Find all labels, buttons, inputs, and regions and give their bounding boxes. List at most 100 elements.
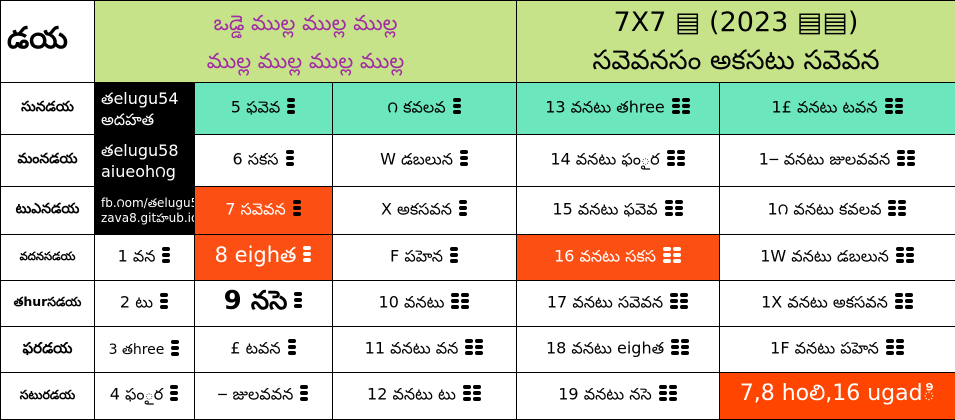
day-cell: 4 ఫంౖర <box>95 373 195 420</box>
day-label: 6 సకస <box>232 149 278 168</box>
stacked-bars-icon <box>885 338 905 360</box>
table-row: టుఎనడయ fb.౧om/తelugu58 zava8.gitహub.io 7… <box>1 187 955 235</box>
black-cell: fb.౧om/తelugu58 zava8.gitహub.io <box>95 187 195 235</box>
day-cell: 18 వనటు eighత <box>517 327 720 373</box>
day-label: 19 వనటు నసె <box>558 385 652 404</box>
day-cell: 3 తhree <box>95 327 195 373</box>
day-cell: X అకసవన <box>333 187 517 235</box>
calendar-grid: డయ ఒడ్డె ముల్ల ముల్ల ముల్ల ముల్ల ముల్ల మ… <box>0 0 955 420</box>
stacked-bars-icon <box>161 246 171 268</box>
day-cell: 13 వనటు తhree <box>517 83 720 135</box>
header-row: డయ ఒడ్డె ముల్ల ముల్ల ముల్ల ముల్ల ముల్ల మ… <box>1 1 955 83</box>
header-left-line1: ఒడ్డె ముల్ల ముల్ల ముల్ల <box>99 4 512 42</box>
day-label: ౧ కవలవ <box>387 97 445 116</box>
day-label: 3 తhree <box>109 342 165 358</box>
table-row: సునడయ తelugu54 అదహత 5 ఫవెవ ౧ కవలవ 13 వనట… <box>1 83 955 135</box>
holiday-note-cell: 7,8 hoలి,16 ugadి <box>720 373 955 420</box>
day-label: 1౧ వనటు కవలవ <box>768 199 882 218</box>
stacked-bars-icon <box>159 292 169 314</box>
row-header: వదనసడయ <box>1 235 95 281</box>
day-cell: 7 సవెవన <box>195 187 333 235</box>
stacked-bars-icon <box>664 199 684 221</box>
stacked-bars-icon <box>169 384 179 406</box>
day-label: 8 eighత <box>215 243 297 267</box>
stacked-bars-icon <box>670 338 690 360</box>
day-cell: 6 సకస <box>195 135 333 187</box>
header-left-line2: ముల్ల ముల్ల ముల్ల ముల్ల <box>99 42 512 80</box>
stacked-bars-icon <box>662 246 682 268</box>
day-cell: ౧ కవలవ <box>333 83 517 135</box>
day-label: F పహెన <box>390 246 443 265</box>
stacked-bars-icon <box>671 97 691 119</box>
stacked-bars-icon <box>887 199 907 221</box>
row-header: సటురడయ <box>1 373 95 420</box>
stacked-bars-icon <box>450 292 470 314</box>
stacked-bars-icon <box>287 338 297 360</box>
stacked-bars-icon <box>669 292 689 314</box>
day-label: 1 వన <box>118 246 156 265</box>
day-cell: 16 వనటు సకస <box>517 235 720 281</box>
day-cell: 1£ వనటు టవన <box>720 83 955 135</box>
day-cell: 9 నసె <box>195 281 333 327</box>
black-cell: తelugu54 అదహత <box>95 83 195 135</box>
day-label: 1£ వనటు టవన <box>772 97 878 116</box>
day-label: 17 వనటు సవెవన <box>547 292 663 311</box>
day-cell: 8 eighత <box>195 235 333 281</box>
day-label: 1X వనటు అకసవన <box>761 292 888 311</box>
header-right-line2: సవెవనసం అకసటు సవెవన <box>521 42 951 80</box>
table-row: సటురడయ 4 ఫంౖర ౼ జులవవన 12 వనటు టు 19 వనట… <box>1 373 955 420</box>
day-cell: 1 వన <box>95 235 195 281</box>
day-cell: 1F వనటు పహెన <box>720 327 955 373</box>
day-cell: 15 వనటు ఫవెవ <box>517 187 720 235</box>
day-cell: 12 వనటు టు <box>333 373 517 420</box>
stacked-bars-icon <box>449 246 459 268</box>
corner-label: డయ <box>1 1 95 83</box>
day-label: 12 వనటు టు <box>367 385 456 404</box>
stacked-bars-icon <box>894 292 914 314</box>
day-cell: 10 వనటు <box>333 281 517 327</box>
day-label: 18 వనటు eighత <box>546 338 664 357</box>
day-cell: ౼ జులవవన <box>195 373 333 420</box>
day-label: 13 వనటు తhree <box>545 97 665 116</box>
stacked-bars-icon <box>299 384 309 406</box>
black-cell-line: తelugu58 <box>101 140 190 161</box>
header-right-line1: 7X7 ▤ (2023 ▤▤) <box>521 4 951 42</box>
stacked-bars-icon <box>452 97 462 119</box>
black-cell-line: తelugu54 <box>101 88 190 109</box>
day-label: 1F వనటు పహెన <box>770 338 879 357</box>
day-label: 10 వనటు <box>379 292 445 311</box>
stacked-bars-icon <box>666 149 686 171</box>
day-cell: W డబలున <box>333 135 517 187</box>
day-label: 9 నసె <box>224 286 288 316</box>
day-label: ౼ జులవవన <box>218 385 294 404</box>
header-left: ఒడ్డె ముల్ల ముల్ల ముల్ల ముల్ల ముల్ల ముల్… <box>95 1 517 83</box>
day-label: X అకసవన <box>381 199 452 218</box>
stacked-bars-icon <box>293 286 303 316</box>
day-label: 16 వనటు సకస <box>554 246 656 265</box>
day-cell: 1౧ వనటు కవలవ <box>720 187 955 235</box>
stacked-bars-icon <box>286 97 296 119</box>
black-cell-line: aiueoh౧g <box>101 161 190 182</box>
day-cell: £ టవన <box>195 327 333 373</box>
day-label: 1W వనటు డబలున <box>760 246 889 265</box>
stacked-bars-icon <box>302 244 312 268</box>
day-label: W డబలున <box>380 149 453 168</box>
table-row: ఫరడయ 3 తhree £ టవన 11 వనటు వన 18 వనటు ei… <box>1 327 955 373</box>
row-header: టుఎనడయ <box>1 187 95 235</box>
day-cell: 2 టు <box>95 281 195 327</box>
row-header: ఫరడయ <box>1 327 95 373</box>
day-label: 2 టు <box>120 292 153 311</box>
day-cell: 19 వనటు నసె <box>517 373 720 420</box>
day-cell: 17 వనటు సవెవన <box>517 281 720 327</box>
stacked-bars-icon <box>170 339 180 361</box>
day-label: 1౼ వనటు జులవవన <box>759 149 890 168</box>
day-label: 14 వనటు ఫంౖర <box>550 149 659 168</box>
day-cell: 5 ఫవెవ <box>195 83 333 135</box>
black-cell-line: zava8.gitహub.io <box>101 211 190 226</box>
row-header: తhurసడయ <box>1 281 95 327</box>
table-row: తhurసడయ 2 టు 9 నసె 10 వనటు 17 వనటు సవెవన… <box>1 281 955 327</box>
black-cell-line: fb.౧om/తelugu58 <box>101 196 190 211</box>
black-cell-line: అదహత <box>101 109 190 130</box>
day-cell: 1W వనటు డబలున <box>720 235 955 281</box>
stacked-bars-icon <box>896 149 916 171</box>
